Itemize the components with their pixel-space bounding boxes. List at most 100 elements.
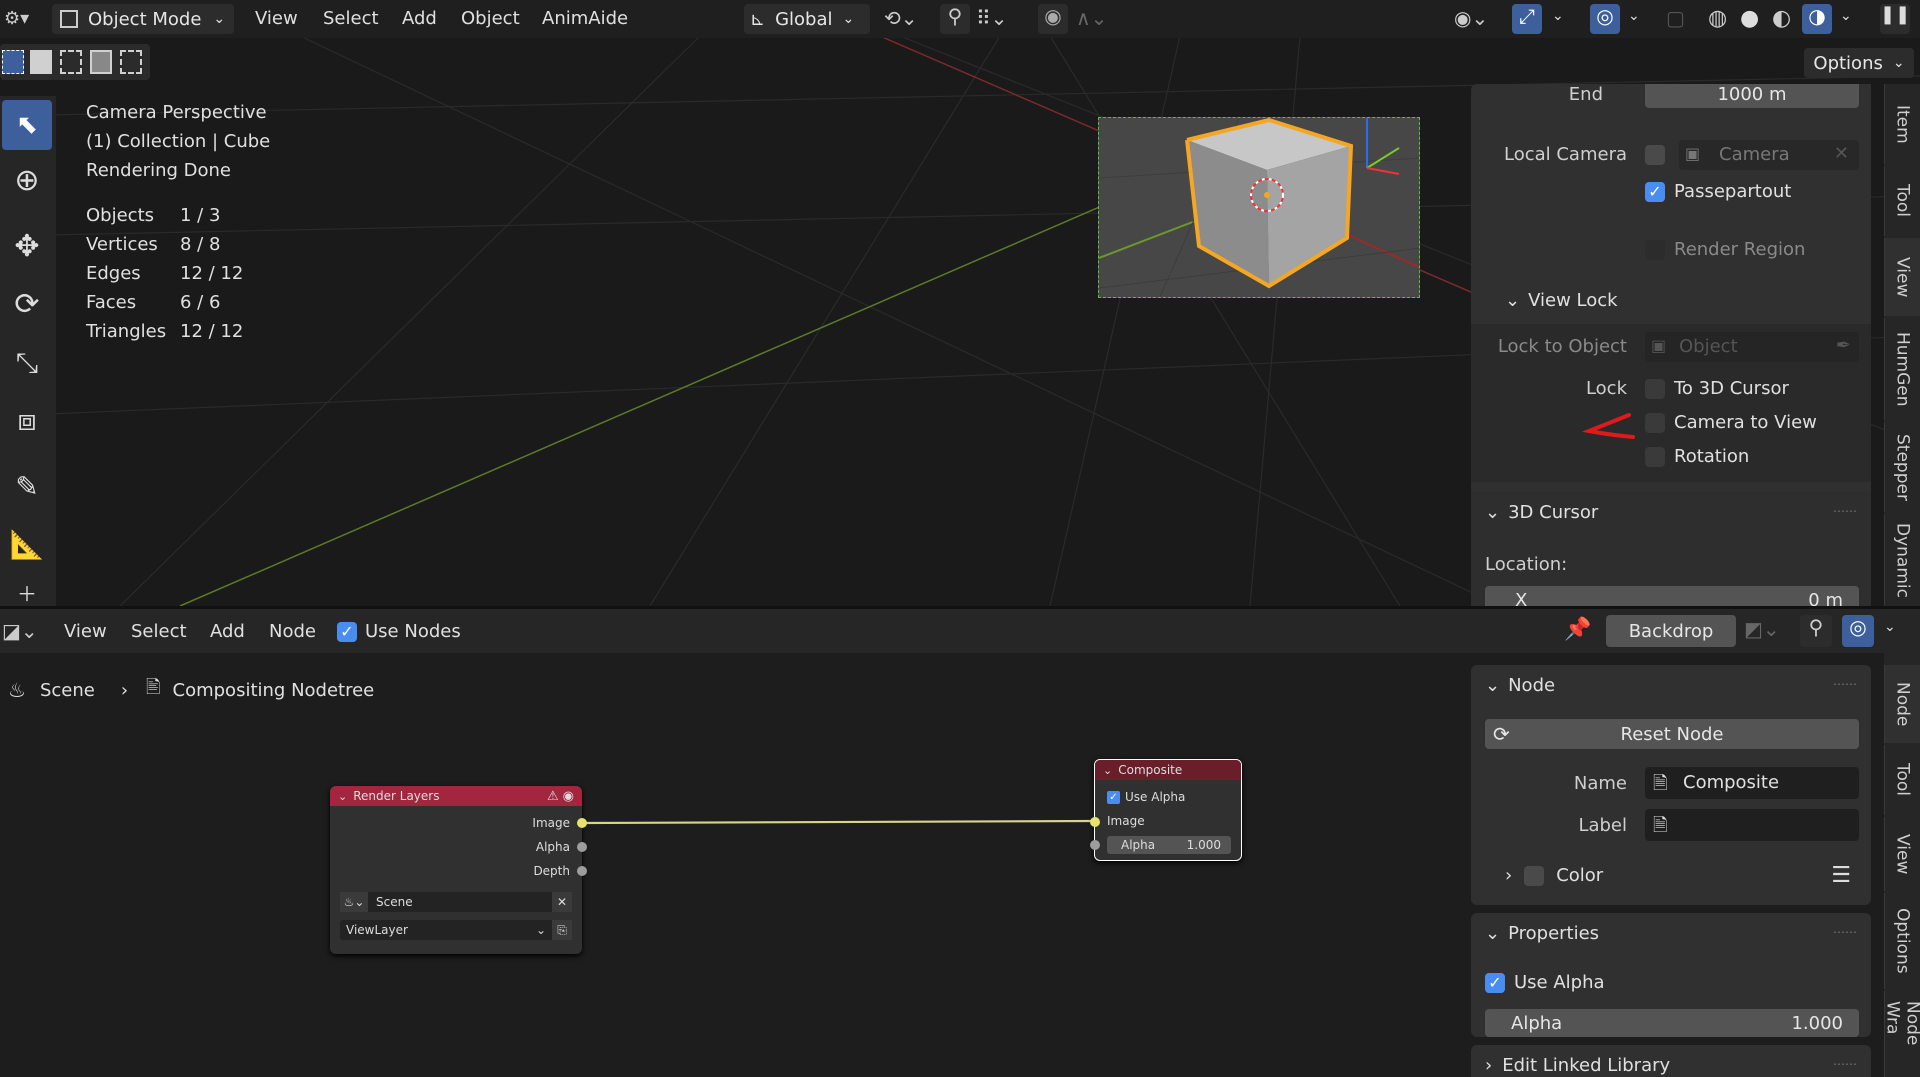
select-subtract-icon[interactable] — [60, 50, 82, 74]
tab-dynamic[interactable]: Dynamic — [1884, 514, 1920, 606]
clear-icon[interactable]: ✕ — [1834, 143, 1849, 164]
pivot-icon[interactable]: ⟲⌄ — [884, 6, 918, 30]
node-editor-area[interactable]: ◪⌄ View Select Add Node Use Nodes 📌 Back… — [0, 609, 1920, 1077]
cursor-x-field[interactable]: X 0 m — [1485, 586, 1859, 606]
select-extend-icon[interactable] — [30, 50, 52, 74]
use-alpha-label[interactable]: Use Alpha — [1514, 972, 1605, 993]
node-label-field[interactable]: 🗎 — [1645, 809, 1859, 841]
backdrop-channels-icon[interactable]: ◩⌄ — [1744, 617, 1780, 641]
overlays-icon[interactable]: ◎ — [1590, 4, 1620, 34]
shading-solid-icon[interactable]: ● — [1740, 6, 1759, 31]
gizmo-dropdown-icon[interactable]: ⌄ — [1552, 8, 1564, 24]
pin-icon[interactable]: 📌 — [1564, 617, 1591, 642]
clear-icon[interactable]: ✕ — [552, 892, 572, 912]
proportional-edit-icon[interactable]: ◉ — [1038, 4, 1068, 34]
snap-icon[interactable]: ⚲ — [940, 4, 970, 34]
drag-handle-icon[interactable]: ⋯⋯ — [1833, 1057, 1857, 1071]
tab-item[interactable]: Item — [1884, 84, 1920, 164]
menu-select[interactable]: Select — [323, 8, 379, 29]
to-3d-cursor-label[interactable]: To 3D Cursor — [1674, 378, 1789, 399]
backdrop-button[interactable]: Backdrop — [1606, 615, 1736, 647]
camera-to-view-checkbox[interactable] — [1645, 413, 1665, 433]
passepartout-checkbox[interactable] — [1645, 182, 1665, 202]
view-layer-selector[interactable]: ViewLayer ⌄ ⎘ — [340, 920, 572, 940]
tab-view[interactable]: View — [1884, 817, 1920, 891]
image-output-socket[interactable] — [577, 818, 587, 828]
properties-panel-header[interactable]: ⌄ Properties — [1485, 923, 1599, 944]
camera-to-view-label[interactable]: Camera to View — [1674, 412, 1817, 433]
color-subpanel[interactable]: › Color — [1505, 865, 1603, 886]
select-new-icon[interactable] — [2, 50, 24, 74]
select-invert-icon[interactable] — [90, 50, 112, 74]
shading-wireframe-icon[interactable]: ◍ — [1708, 6, 1727, 31]
depth-output-socket[interactable] — [577, 866, 587, 876]
rotation-label[interactable]: Rotation — [1674, 446, 1749, 467]
node-name-field[interactable]: 🗎 Composite — [1645, 767, 1859, 799]
render-layers-node[interactable]: ⌄ Render Layers ⚠ ◉ Image Alpha Depth ♨⌄… — [330, 786, 587, 954]
menu-animaide[interactable]: AnimAide — [542, 8, 628, 29]
cursor-tool-icon[interactable]: ⊕ — [2, 156, 52, 206]
clip-end-field[interactable]: 1000 m — [1645, 84, 1859, 108]
measure-tool-icon[interactable]: 📐 — [2, 520, 52, 570]
mode-dropdown[interactable]: Object Mode ⌄ — [52, 4, 234, 34]
render-layers-header[interactable]: ⌄ Render Layers ⚠ ◉ — [330, 786, 582, 806]
render-region-checkbox[interactable] — [1645, 240, 1665, 260]
tab-node-wrangler[interactable]: Node Wra — [1883, 991, 1920, 1077]
falloff-icon[interactable]: ∧⌄ — [1076, 6, 1107, 30]
tab-options[interactable]: Options — [1884, 893, 1920, 989]
collapse-icon[interactable]: ⌄ — [338, 790, 347, 803]
local-camera-checkbox[interactable] — [1645, 145, 1665, 165]
reset-node-button[interactable]: ⟳ Reset Node — [1485, 719, 1859, 749]
use-alpha-row[interactable]: ✓ Use Alpha — [1107, 790, 1185, 804]
eyedropper-icon[interactable]: ✒ — [1836, 335, 1851, 356]
color-checkbox[interactable] — [1524, 865, 1545, 886]
alpha-output-socket[interactable] — [577, 842, 587, 852]
color-presets-icon[interactable]: ☰ — [1831, 863, 1851, 888]
composite-header[interactable]: ⌄ Composite — [1095, 760, 1241, 780]
shading-material-icon[interactable]: ◐ — [1772, 6, 1791, 31]
tab-humgen[interactable]: HumGen — [1884, 318, 1920, 420]
rotate-tool-icon[interactable]: ⟳ — [2, 280, 52, 330]
overlays-dropdown-icon[interactable]: ⌄ — [1884, 619, 1896, 635]
xray-icon[interactable]: ▢ — [1666, 6, 1685, 30]
alpha-input-socket[interactable] — [1090, 840, 1100, 850]
transform-tool-icon[interactable]: ⧈ — [2, 396, 52, 446]
visibility-icon[interactable]: ◉⌄ — [1454, 6, 1488, 30]
drag-handle-icon[interactable]: ⋯⋯ — [1833, 504, 1857, 518]
use-alpha-checkbox[interactable] — [1485, 973, 1505, 993]
select-box-tool-icon[interactable]: ⬉ — [2, 100, 52, 150]
lock-to-object-field[interactable]: ▣ Object ✒ — [1645, 332, 1859, 362]
alpha-input-field[interactable]: Alpha 1.000 — [1107, 836, 1231, 854]
menu-add[interactable]: Add — [402, 8, 437, 29]
rotation-checkbox[interactable] — [1645, 447, 1665, 467]
local-camera-field[interactable]: ▣ Camera ✕ — [1679, 140, 1859, 170]
select-intersect-icon[interactable] — [120, 50, 142, 74]
drag-handle-icon[interactable]: ⋯⋯ — [1833, 677, 1857, 691]
render-layer-icon[interactable]: ⎘ — [552, 920, 572, 940]
drag-handle-icon[interactable]: ⋯⋯ — [1833, 925, 1857, 939]
render-region-label[interactable]: Render Region — [1674, 239, 1805, 260]
overlays-dropdown-icon[interactable]: ⌄ — [1628, 8, 1640, 24]
add-cube-tool-icon[interactable]: ＋ — [2, 578, 52, 606]
passepartout-label[interactable]: Passepartout — [1674, 181, 1791, 202]
orientation-dropdown[interactable]: ⊾ Global ⌄ — [744, 4, 870, 34]
overlays-icon[interactable]: ◎ — [1842, 615, 1874, 647]
viewport-area[interactable]: ⚙▾ Object Mode ⌄ View Select Add Object … — [0, 0, 1920, 606]
scene-selector[interactable]: ♨⌄ Scene ✕ — [340, 892, 572, 912]
menu-view[interactable]: View — [255, 8, 298, 29]
snap-icon[interactable]: ⚲ — [1800, 615, 1832, 647]
options-dropdown[interactable]: Options ⌄ — [1804, 48, 1914, 78]
linked-library-header[interactable]: › Edit Linked Library — [1485, 1055, 1670, 1076]
cursor-panel-header[interactable]: ⌄ 3D Cursor — [1485, 502, 1598, 523]
tab-node[interactable]: Node — [1884, 665, 1920, 743]
to-3d-cursor-checkbox[interactable] — [1645, 379, 1665, 399]
move-tool-icon[interactable]: ✥ — [2, 222, 52, 272]
tab-stepper[interactable]: Stepper — [1884, 422, 1920, 512]
alpha-field[interactable]: Alpha 1.000 — [1485, 1009, 1859, 1037]
eye-icon[interactable]: ◉ — [563, 789, 574, 804]
use-alpha-checkbox[interactable]: ✓ — [1107, 790, 1120, 804]
view-lock-header[interactable]: ⌄ View Lock — [1505, 290, 1618, 311]
scale-tool-icon[interactable]: ⤡ — [2, 338, 52, 388]
node-panel-header[interactable]: ⌄ Node — [1485, 675, 1555, 696]
annotate-tool-icon[interactable]: ✎ — [2, 462, 52, 512]
